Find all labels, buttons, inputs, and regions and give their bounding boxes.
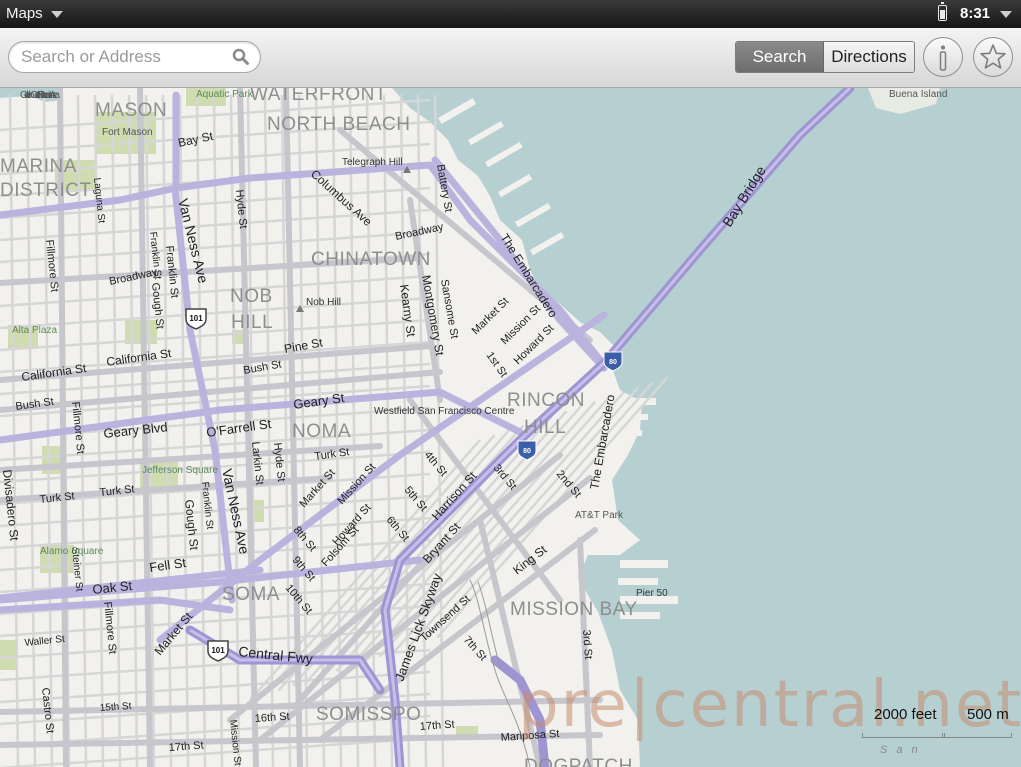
map-scale: 2000 feet 500 m San [862,706,1014,762]
status-bar: Maps 8:31 [0,0,1021,28]
battery-icon [938,2,947,21]
poi-label: Pier 50 [636,588,668,599]
poi-label: AT&T Park [575,510,624,521]
svg-text:80: 80 [609,359,617,366]
chevron-down-icon [50,10,63,18]
scale-caption: San [880,744,927,756]
street-label: 17th St [419,719,455,733]
poi-label: Alamo Square [40,546,104,557]
district-label: SOMA [222,584,280,605]
district-label: CHINATOWN [311,249,431,270]
highway-shield-icon: 101 [207,640,229,662]
street-label: 15th St [99,701,132,714]
poi-label: Alta Plaza [12,325,57,336]
scale-feet-label: 2000 feet [874,706,937,723]
poi-label: Jefferson Square [142,465,218,476]
app-name: Maps [6,5,43,22]
district-label: DOGPATCH [524,756,633,767]
search-box[interactable] [8,41,261,73]
chevron-down-icon[interactable] [1000,11,1012,18]
street-label: 16th St [254,711,290,725]
poi-label: Nob Hill [306,297,341,308]
district-label: NORTH BEACH [267,114,410,135]
district-label: SOMISSPO [316,704,421,725]
district-label: MISSION BAY [510,599,638,620]
poi-label: Aquatic Park [196,89,254,100]
district-label: HILL [231,312,273,333]
search-tab[interactable]: Search [736,42,824,72]
poi-label: Westfield San Francisco Centre [374,406,515,417]
scale-bar [862,733,1012,738]
directions-tab[interactable]: Directions [824,42,914,72]
street-label: 3rd St [580,629,594,659]
clock: 8:31 [960,5,991,22]
district-label: NOMA [292,421,351,442]
svg-text:101: 101 [211,646,225,655]
district-label: RINCON [507,390,585,411]
app-menu[interactable]: Maps [6,0,63,28]
district-label: MASON [95,100,167,121]
search-input[interactable] [21,47,221,67]
star-icon [979,43,1006,69]
poi-label: Golden Gate Nat'l Recreation Area [20,90,60,101]
highway-shield-icon: 101 [185,308,207,330]
svg-text:101: 101 [189,314,203,323]
map-canvas[interactable]: MASON WATERFRONT NORTH BEACH MARINA DIST… [0,88,1021,767]
mode-toggle: Search Directions [735,41,915,73]
svg-text:80: 80 [523,448,531,455]
search-icon[interactable] [232,48,250,66]
district-label: DISTRICT [0,180,92,201]
toolbar: Search Directions [0,28,1021,88]
favorites-button[interactable] [973,37,1013,77]
street-label: 17th St [168,740,204,754]
district-label: HILL [524,417,566,438]
scale-meters-label: 500 m [967,706,1009,723]
district-label: NOB [230,286,273,307]
poi-label: Fort Mason [102,127,153,138]
info-icon [939,45,946,71]
district-label: WATERFRONT [250,88,387,105]
district-label: MARINA [0,156,77,177]
poi-label: Buena Island [889,89,947,100]
info-button[interactable] [923,37,963,77]
poi-label: Telegraph Hill [342,157,403,168]
